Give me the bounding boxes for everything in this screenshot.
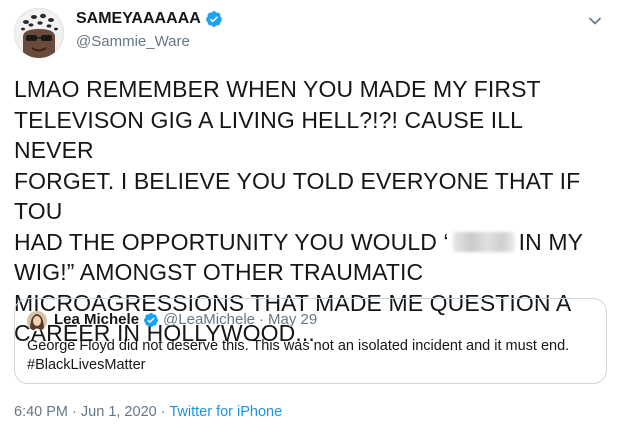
chevron-down-icon (588, 17, 602, 25)
tweet-card: SAMEYAAAAAA @Sammie_Ware LMAO REMEMBER W… (0, 0, 620, 440)
author-handle[interactable]: @Sammie_Ware (76, 33, 190, 50)
author-name-row: SAMEYAAAAAA (76, 10, 223, 28)
author-display-name[interactable]: SAMEYAAAAAA (76, 10, 201, 28)
tweet-menu-button[interactable] (584, 10, 606, 32)
tweet-time[interactable]: 6:40 PM (14, 404, 68, 420)
quoted-display-name: Lea Michele (54, 311, 140, 328)
quoted-date: May 29 (268, 311, 318, 328)
tweet-metadata: 6:40 PM · Jun 1, 2020 · Twitter for iPho… (14, 404, 282, 420)
tweet-source-link[interactable]: Twitter for iPhone (169, 404, 282, 420)
redacted-word (452, 231, 515, 252)
quoted-handle: @LeaMichele (163, 311, 255, 328)
quoted-author-avatar (27, 311, 47, 331)
quoted-avatar-image (27, 311, 47, 331)
quoted-text: George Floyd did not deserve this. This … (27, 338, 570, 373)
verified-badge-icon (143, 312, 159, 328)
quoted-tweet[interactable]: Lea Michele @LeaMichele · May 29 George … (14, 298, 607, 384)
tweet-date[interactable]: Jun 1, 2020 (81, 404, 157, 420)
meta-separator: · (160, 404, 166, 420)
author-avatar[interactable] (14, 8, 64, 58)
quoted-separator: · (259, 311, 264, 328)
author-avatar-image (14, 8, 64, 58)
verified-badge-icon (205, 10, 223, 28)
tweet-text-part1: LMAO REMEMBER WHEN YOU MADE MY FIRST TEL… (14, 76, 581, 255)
meta-separator: · (72, 404, 77, 420)
quoted-header: Lea Michele @LeaMichele · May 29 (54, 311, 317, 328)
